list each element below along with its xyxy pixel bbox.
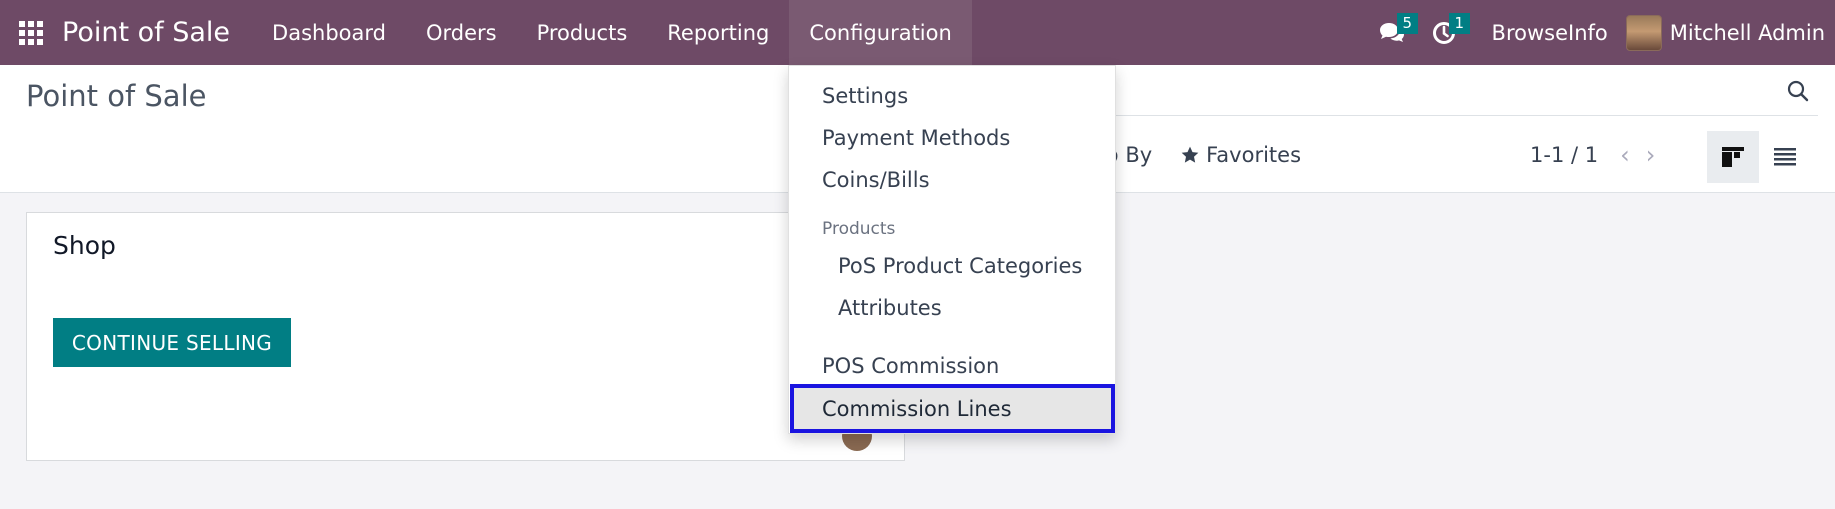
menu-configuration[interactable]: Configuration	[789, 0, 972, 65]
menu-item-coins-bills[interactable]: Coins/Bills	[789, 168, 1115, 192]
main-menu: Dashboard Orders Products Reporting Conf…	[252, 0, 972, 65]
app-brand[interactable]: Point of Sale	[62, 17, 230, 48]
view-switcher	[1707, 131, 1811, 183]
apps-menu-icon[interactable]	[0, 0, 62, 65]
user-avatar	[1625, 14, 1662, 51]
pager-previous-icon[interactable]: ‹	[1620, 141, 1630, 169]
menu-orders[interactable]: Orders	[406, 0, 517, 65]
menu-reporting[interactable]: Reporting	[647, 0, 789, 65]
pager-value[interactable]: 1-1 / 1	[1530, 143, 1598, 167]
menu-products[interactable]: Products	[517, 0, 648, 65]
company-switcher[interactable]: BrowseInfo	[1470, 21, 1626, 45]
menu-item-settings[interactable]: Settings	[789, 84, 1115, 108]
navbar-systray: 5 1 BrowseInfo Mitchell Admin	[1366, 0, 1835, 65]
menu-item-pos-product-categories[interactable]: PoS Product Categories	[789, 254, 1115, 278]
activities-button[interactable]: 1	[1418, 0, 1471, 65]
card-title: Shop	[53, 231, 116, 260]
search-input[interactable]	[1090, 115, 1818, 116]
search-options: up By Favorites	[1092, 143, 1301, 167]
page-title: Point of Sale	[26, 79, 207, 113]
favorites-button[interactable]: Favorites	[1180, 143, 1301, 167]
menu-item-payment-methods[interactable]: Payment Methods	[789, 126, 1115, 150]
list-view-button[interactable]	[1759, 131, 1811, 183]
pos-config-card: Shop CONTINUE SELLING	[26, 212, 905, 461]
user-name: Mitchell Admin	[1669, 20, 1825, 45]
messages-count-badge: 5	[1396, 13, 1419, 34]
user-menu[interactable]: Mitchell Admin	[1625, 14, 1835, 51]
messages-button[interactable]: 5	[1366, 0, 1419, 65]
pager-next-icon[interactable]: ›	[1646, 141, 1656, 169]
menu-item-pos-commission[interactable]: POS Commission	[789, 354, 1115, 378]
search-icon[interactable]	[1786, 79, 1810, 103]
top-navbar: Point of Sale Dashboard Orders Products …	[0, 0, 1835, 65]
menu-dashboard[interactable]: Dashboard	[252, 0, 406, 65]
activities-count-badge: 1	[1448, 13, 1471, 34]
kanban-view-icon	[1722, 147, 1744, 167]
menu-section-products: Products	[822, 219, 896, 239]
continue-selling-button[interactable]: CONTINUE SELLING	[53, 318, 291, 367]
menu-item-attributes[interactable]: Attributes	[789, 296, 1115, 320]
pager: 1-1 / 1 ‹ ›	[1530, 141, 1655, 169]
menu-item-commission-lines[interactable]: Commission Lines	[790, 384, 1115, 433]
favorites-label: Favorites	[1206, 143, 1302, 167]
star-icon	[1181, 146, 1199, 163]
configuration-dropdown: Settings Payment Methods Coins/Bills Pro…	[788, 65, 1116, 434]
list-view-icon	[1774, 148, 1796, 166]
kanban-view-button[interactable]	[1707, 131, 1759, 183]
